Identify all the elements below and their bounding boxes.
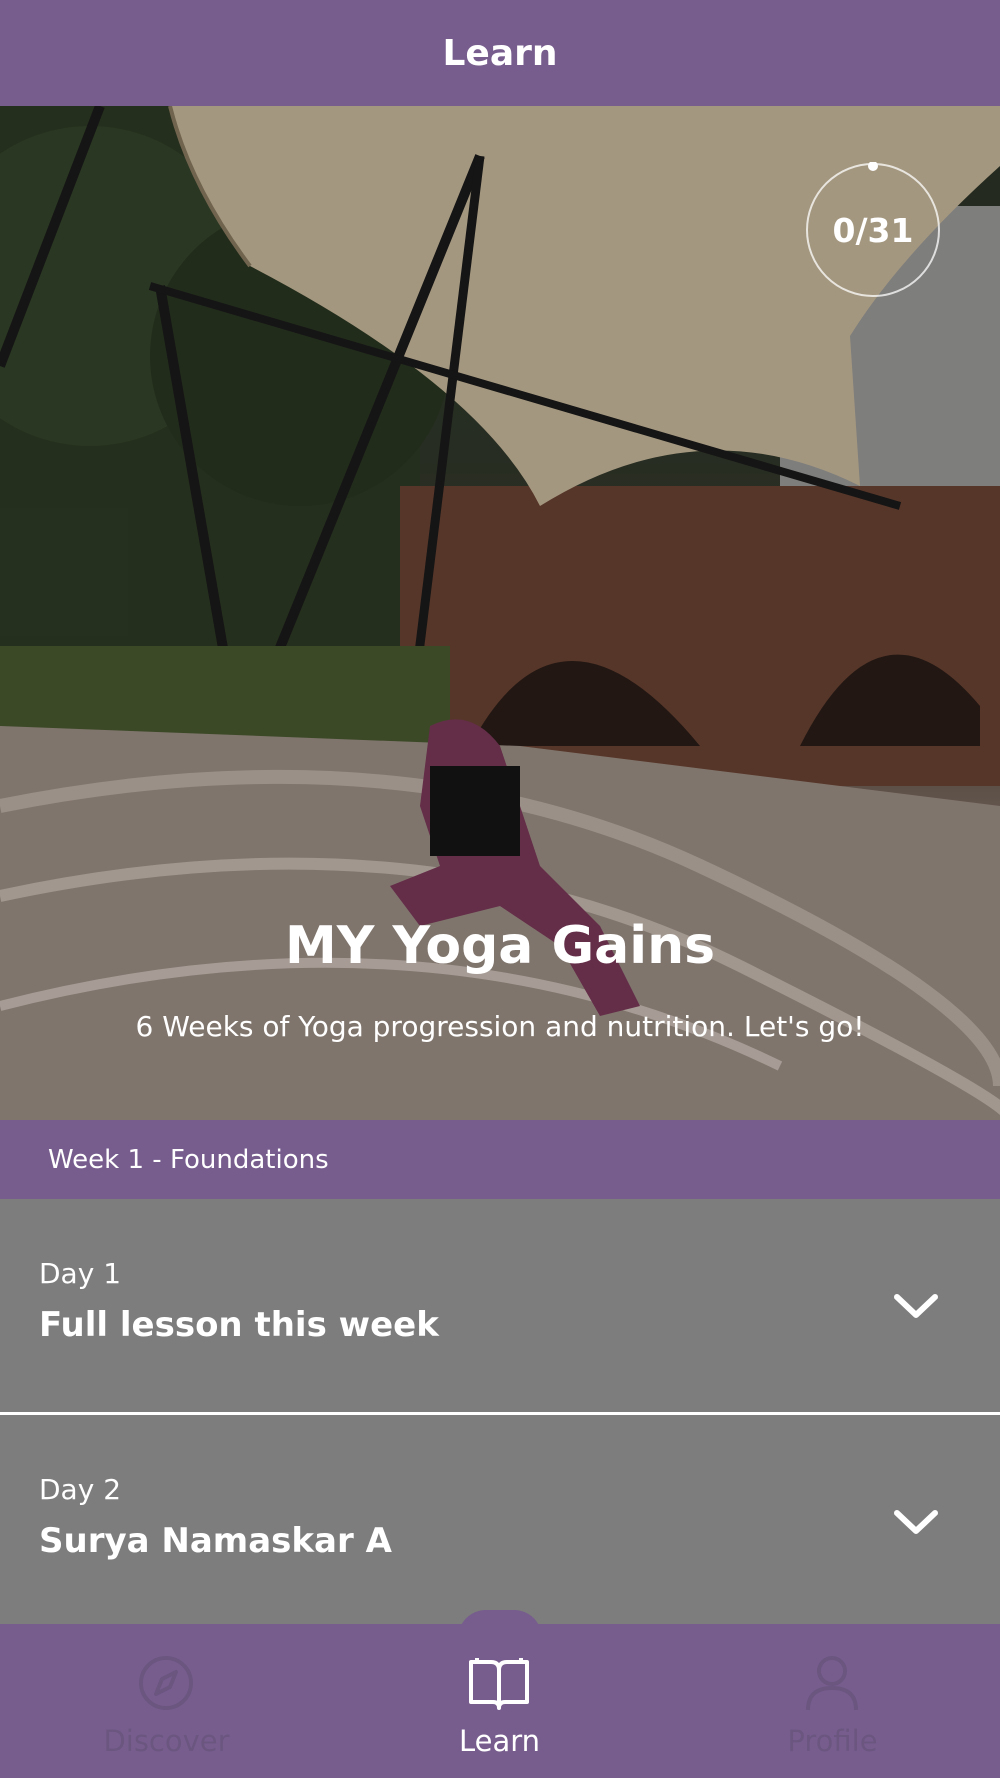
book-icon xyxy=(469,1658,529,1710)
day-row-1[interactable]: Day 1 Full lesson this week xyxy=(0,1199,1000,1412)
day-label: Day 1 xyxy=(39,1257,122,1290)
day-label: Day 2 xyxy=(39,1473,122,1506)
nav-item-profile[interactable]: Profile xyxy=(666,1624,999,1778)
day-row-2[interactable]: Day 2 Surya Namaskar A xyxy=(0,1415,1000,1624)
week-label: Week 1 - Foundations xyxy=(48,1144,329,1175)
person-icon xyxy=(806,1656,858,1711)
nav-label: Discover xyxy=(103,1724,230,1758)
program-title: MY Yoga Gains xyxy=(284,916,716,976)
page-title: Learn xyxy=(442,32,558,74)
day-title: Full lesson this week xyxy=(39,1305,439,1345)
compass-icon xyxy=(139,1656,193,1710)
chevron-down-icon[interactable] xyxy=(893,1291,939,1321)
nav-label: Learn xyxy=(458,1724,541,1758)
day-title: Surya Namaskar A xyxy=(39,1521,392,1561)
program-subtitle: 6 Weeks of Yoga progression and nutritio… xyxy=(135,1010,865,1043)
nav-label: Profile xyxy=(787,1724,878,1758)
chevron-down-icon[interactable] xyxy=(893,1507,939,1537)
nav-item-learn[interactable]: Learn xyxy=(333,1624,666,1778)
progress-counter: 0/31 xyxy=(832,210,914,250)
week-header: Week 1 - Foundations xyxy=(0,1120,1000,1199)
nav-item-discover[interactable]: Discover xyxy=(0,1624,333,1778)
bottom-nav: Discover Learn Profile xyxy=(0,1624,1000,1778)
program-hero: 0/31 MY Yoga Gains 6 Weeks of Yoga progr… xyxy=(0,106,1000,1120)
header-bar: Learn xyxy=(0,0,1000,106)
